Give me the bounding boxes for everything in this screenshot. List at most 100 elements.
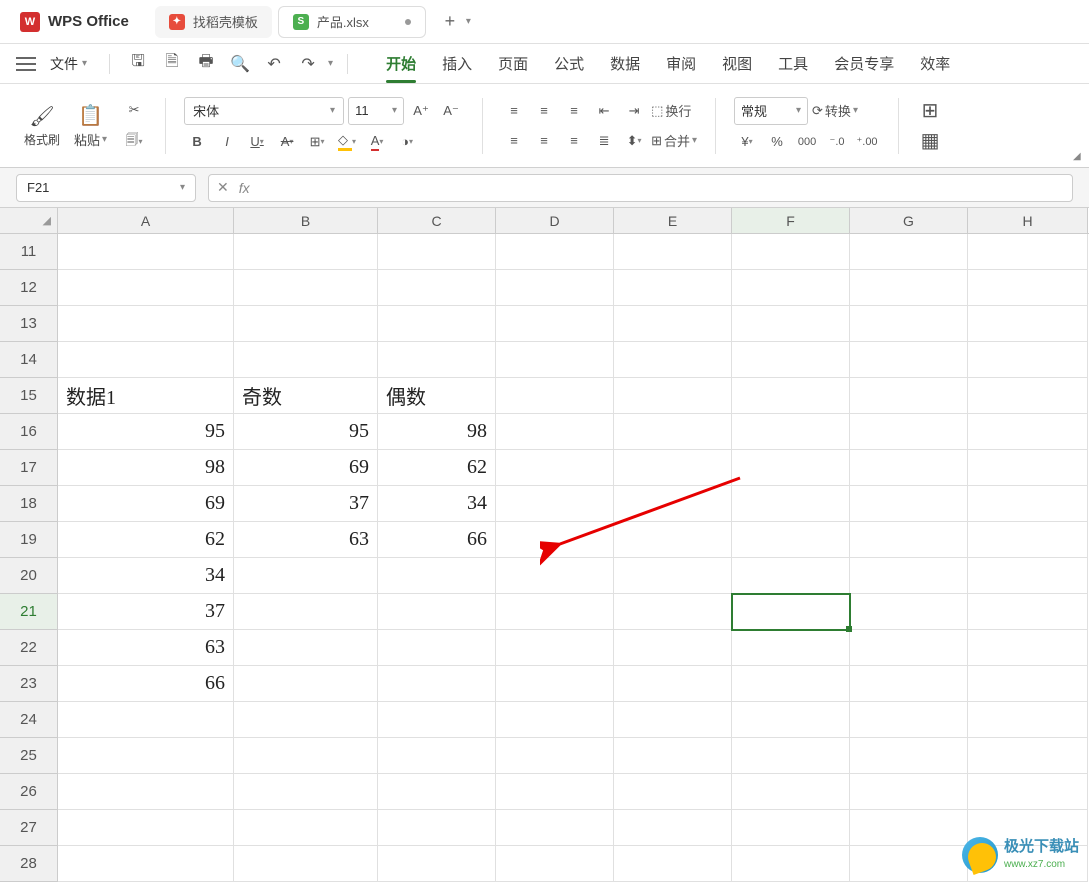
cell-B28[interactable] [234, 846, 378, 882]
align-bottom-icon[interactable]: ≡ [561, 98, 587, 124]
cell-H22[interactable] [968, 630, 1088, 666]
cell-A18[interactable]: 69 [58, 486, 234, 522]
conditional-format-icon[interactable]: ⊞ [917, 98, 943, 124]
cell-E13[interactable] [614, 306, 732, 342]
row-header-12[interactable]: 12 [0, 270, 58, 306]
cell-E28[interactable] [614, 846, 732, 882]
column-header-E[interactable]: E [614, 208, 732, 233]
cell-B21[interactable] [234, 594, 378, 630]
cell-E22[interactable] [614, 630, 732, 666]
save-icon[interactable]: 🖫 [124, 50, 152, 78]
cell-B14[interactable] [234, 342, 378, 378]
cell-G14[interactable] [850, 342, 968, 378]
row-header-24[interactable]: 24 [0, 702, 58, 738]
cell-A20[interactable]: 34 [58, 558, 234, 594]
copy-icon[interactable]: 🗐▾ [121, 129, 147, 155]
cell-G19[interactable] [850, 522, 968, 558]
column-header-C[interactable]: C [378, 208, 496, 233]
cell-B26[interactable] [234, 774, 378, 810]
font-name-select[interactable]: 宋体▾ [184, 97, 344, 125]
cell-H21[interactable] [968, 594, 1088, 630]
cell-C24[interactable] [378, 702, 496, 738]
cell-H13[interactable] [968, 306, 1088, 342]
column-header-F[interactable]: F [732, 208, 850, 233]
cell-F13[interactable] [732, 306, 850, 342]
wrap-text-button[interactable]: ⬚换行 [651, 98, 691, 124]
cell-E14[interactable] [614, 342, 732, 378]
cell-E23[interactable] [614, 666, 732, 702]
row-header-23[interactable]: 23 [0, 666, 58, 702]
cell-C28[interactable] [378, 846, 496, 882]
phonetic-button[interactable]: ◑▾ [394, 129, 420, 155]
cell-F22[interactable] [732, 630, 850, 666]
menu-tab-3[interactable]: 公式 [554, 45, 584, 82]
format-painter-button[interactable]: 🖌 格式刷 [24, 104, 60, 148]
increase-decimal-button[interactable]: ⁺.00 [854, 129, 880, 155]
cell-C12[interactable] [378, 270, 496, 306]
merge-cells-button[interactable]: ⊞合并▾ [651, 128, 697, 154]
cell-H16[interactable] [968, 414, 1088, 450]
cell-C13[interactable] [378, 306, 496, 342]
row-header-21[interactable]: 21 [0, 594, 58, 630]
font-size-select[interactable]: 11▾ [348, 97, 404, 125]
cell-G28[interactable] [850, 846, 968, 882]
cell-A22[interactable]: 63 [58, 630, 234, 666]
cell-H19[interactable] [968, 522, 1088, 558]
cell-D25[interactable] [496, 738, 614, 774]
cell-H12[interactable] [968, 270, 1088, 306]
menu-tab-4[interactable]: 数据 [610, 45, 640, 82]
cell-H15[interactable] [968, 378, 1088, 414]
menu-tab-0[interactable]: 开始 [386, 45, 416, 82]
cell-D13[interactable] [496, 306, 614, 342]
strikethrough-button[interactable]: A▾ [274, 129, 300, 155]
column-header-G[interactable]: G [850, 208, 968, 233]
cell-D22[interactable] [496, 630, 614, 666]
column-header-H[interactable]: H [968, 208, 1088, 233]
menu-tab-7[interactable]: 工具 [778, 45, 808, 82]
cell-C26[interactable] [378, 774, 496, 810]
cell-D23[interactable] [496, 666, 614, 702]
cell-A25[interactable] [58, 738, 234, 774]
cell-G12[interactable] [850, 270, 968, 306]
cell-C14[interactable] [378, 342, 496, 378]
cell-A19[interactable]: 62 [58, 522, 234, 558]
column-header-B[interactable]: B [234, 208, 378, 233]
cell-D15[interactable] [496, 378, 614, 414]
underline-button[interactable]: U▾ [244, 129, 270, 155]
cell-C19[interactable]: 66 [378, 522, 496, 558]
export-icon[interactable]: 🗎 [158, 50, 186, 78]
cell-E27[interactable] [614, 810, 732, 846]
cell-F19[interactable] [732, 522, 850, 558]
cell-C21[interactable] [378, 594, 496, 630]
row-header-18[interactable]: 18 [0, 486, 58, 522]
cell-G18[interactable] [850, 486, 968, 522]
cell-F28[interactable] [732, 846, 850, 882]
cell-F20[interactable] [732, 558, 850, 594]
cell-D28[interactable] [496, 846, 614, 882]
cell-A14[interactable] [58, 342, 234, 378]
tab-templates[interactable]: ✦ 找稻壳模板 [155, 6, 272, 38]
cell-G26[interactable] [850, 774, 968, 810]
ribbon-expand-icon[interactable]: ◢ [1073, 151, 1085, 163]
cell-H23[interactable] [968, 666, 1088, 702]
row-header-25[interactable]: 25 [0, 738, 58, 774]
cell-G15[interactable] [850, 378, 968, 414]
cell-G17[interactable] [850, 450, 968, 486]
cell-E17[interactable] [614, 450, 732, 486]
cell-B22[interactable] [234, 630, 378, 666]
cell-B20[interactable] [234, 558, 378, 594]
cell-H20[interactable] [968, 558, 1088, 594]
cell-E12[interactable] [614, 270, 732, 306]
menu-tab-5[interactable]: 审阅 [666, 45, 696, 82]
indent-decrease-icon[interactable]: ⇤ [591, 98, 617, 124]
cell-E16[interactable] [614, 414, 732, 450]
borders-button[interactable]: ⊞▾ [304, 129, 330, 155]
row-header-26[interactable]: 26 [0, 774, 58, 810]
cell-A13[interactable] [58, 306, 234, 342]
cell-E25[interactable] [614, 738, 732, 774]
cell-E19[interactable] [614, 522, 732, 558]
cell-C27[interactable] [378, 810, 496, 846]
cell-G27[interactable] [850, 810, 968, 846]
currency-button[interactable]: ¥▾ [734, 129, 760, 155]
cell-F26[interactable] [732, 774, 850, 810]
